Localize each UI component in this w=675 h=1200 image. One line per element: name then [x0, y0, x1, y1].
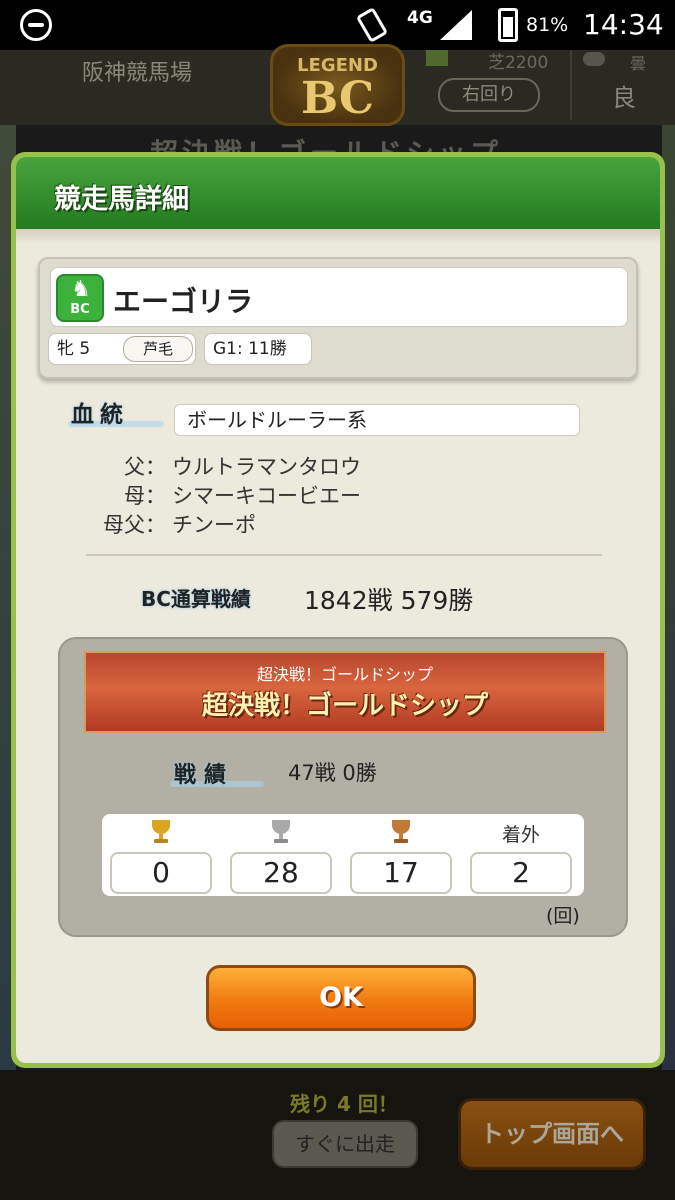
signal-icon [440, 10, 472, 40]
sex-age: 牝 5 [57, 339, 91, 359]
count-unit: (回) [546, 905, 580, 927]
status-bar: 4G 81% 14:34 [0, 0, 675, 50]
horse-icon: ♞ [71, 277, 91, 302]
third-place-count: 17 [350, 852, 452, 894]
out-of-place-column: 着外 2 [470, 814, 572, 896]
cloud-icon [583, 52, 605, 66]
dam-key: 母： [124, 484, 166, 508]
event-record-label: 戦績 [174, 763, 235, 788]
event-banner-title: 超決戦！ゴールドシップ [201, 691, 488, 721]
event-record-value: 47戦 0勝 [288, 761, 377, 785]
remaining-attempts: 残り 4 回！ [290, 1092, 398, 1116]
vibrate-icon [355, 7, 389, 43]
horse-name-box: ♞ BC エーゴリラ [50, 267, 628, 327]
battery-percent: 81% [526, 14, 569, 36]
scroll-edge [16, 229, 660, 243]
top-screen-button[interactable]: トップ画面へ [458, 1098, 646, 1170]
damsire-key: 母父： [103, 513, 166, 537]
badge-label: BC [70, 302, 90, 317]
bc-record-label: BC通算戦績 [141, 587, 251, 611]
header-divider [570, 50, 572, 120]
course-distance: 芝2200 [488, 53, 549, 73]
event-banner: 超決戦！ゴールドシップ 超決戦！ゴールドシップ [84, 651, 606, 733]
dialog-title: 競走馬詳細 [54, 184, 189, 215]
start-race-button[interactable]: すぐに出走 [272, 1120, 418, 1168]
sex-age-pill: 牝 5 芦毛 [48, 333, 196, 365]
dialog-body: 競走馬詳細 ♞ BC エーゴリラ 牝 5 芦毛 G1: 11勝 血統 ボールドル… [16, 157, 660, 1063]
sire-key: 父： [124, 455, 166, 479]
pedigree-label: 血統 [71, 402, 129, 428]
venue-name: 阪神競馬場 [82, 61, 193, 86]
ok-button[interactable]: OK [206, 965, 476, 1031]
placings-table: 0 28 17 着外 2 [102, 814, 584, 896]
course-direction: 右回り [438, 78, 540, 112]
sire-name: ウルトラマンタロウ [172, 455, 361, 479]
clock: 14:34 [583, 8, 664, 41]
silver-trophy-icon [268, 820, 294, 844]
horse-detail-dialog: 競走馬詳細 ♞ BC エーゴリラ 牝 5 芦毛 G1: 11勝 血統 ボールドル… [11, 152, 665, 1068]
coat-color: 芦毛 [123, 336, 193, 362]
first-place-column: 0 [110, 814, 212, 896]
bc-record-value: 1842戦 579勝 [304, 586, 474, 615]
event-record-panel: 超決戦！ゴールドシップ 超決戦！ゴールドシップ 戦績 47戦 0勝 0 28 1… [58, 637, 628, 937]
dialog-header: 競走馬詳細 [16, 157, 660, 229]
turf-icon [426, 50, 448, 66]
legend-bc-logo: LEGEND BC [270, 44, 405, 126]
track-condition: 良 [612, 84, 636, 112]
bronze-trophy-icon [388, 820, 414, 844]
notification-icon [20, 9, 52, 41]
out-of-place-count: 2 [470, 852, 572, 894]
dam-name: シマーキコービエー [172, 484, 361, 508]
event-banner-subtitle: 超決戦！ゴールドシップ [256, 665, 433, 684]
section-divider [86, 554, 602, 556]
bc-horse-badge-icon: ♞ BC [56, 274, 104, 322]
logo-main-text: BC [300, 73, 375, 124]
first-place-count: 0 [110, 852, 212, 894]
out-of-place-label: 着外 [501, 824, 540, 846]
third-place-column: 17 [350, 814, 452, 896]
sire-line: ボールドルーラー系 [174, 404, 580, 436]
second-place-column: 28 [230, 814, 332, 896]
damsire-name: チンーポ [172, 513, 256, 537]
horse-name: エーゴリラ [113, 285, 254, 318]
second-place-count: 28 [230, 852, 332, 894]
horse-card: ♞ BC エーゴリラ 牝 5 芦毛 G1: 11勝 [38, 257, 638, 379]
gold-trophy-icon [148, 820, 174, 844]
g1-wins: G1: 11勝 [204, 333, 312, 365]
weather-label: 曇 [630, 54, 647, 73]
battery-icon [498, 8, 518, 42]
network-type: 4G [407, 8, 433, 28]
